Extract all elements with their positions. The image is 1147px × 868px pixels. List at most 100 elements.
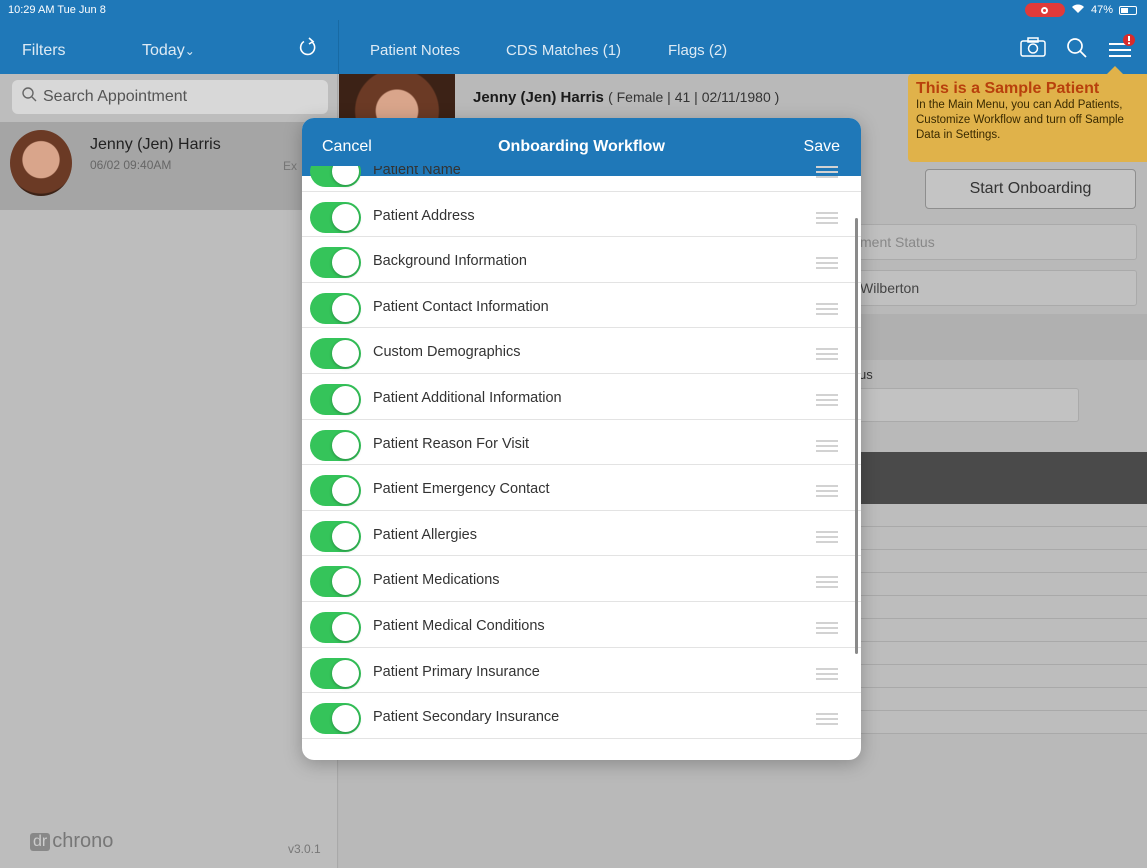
today-label: Today	[142, 42, 185, 59]
workflow-label: Custom Demographics	[373, 344, 521, 361]
workflow-label: Patient Secondary Insurance	[373, 709, 560, 726]
drag-handle-icon[interactable]	[816, 530, 838, 543]
patient-details: ( Female | 41 | 02/11/1980 )	[608, 89, 780, 105]
workflow-row: Patient Contact Information	[302, 283, 861, 329]
wifi-icon	[1071, 4, 1085, 17]
workflow-toggle[interactable]	[310, 292, 361, 324]
menu-icon[interactable]	[1107, 34, 1137, 64]
workflow-toggle[interactable]	[310, 566, 361, 598]
onboarding-workflow-modal: Cancel Onboarding Workflow Save Patient …	[302, 118, 861, 760]
app-version: v3.0.1	[288, 842, 321, 856]
search-input[interactable]: Search Appointment	[12, 80, 328, 114]
today-dropdown[interactable]: Today⌄	[142, 42, 195, 60]
tab-cds-matches[interactable]: CDS Matches (1)	[506, 42, 621, 59]
toggle-knob	[332, 659, 359, 687]
drag-handle-icon[interactable]	[816, 576, 838, 589]
workflow-toggle[interactable]	[310, 520, 361, 552]
toggle-knob	[332, 705, 359, 733]
drag-handle-icon[interactable]	[816, 211, 838, 224]
workflow-toggle[interactable]	[310, 384, 361, 415]
toggle-knob	[332, 166, 359, 185]
toggle-knob	[332, 522, 359, 550]
notes-lines	[849, 504, 1147, 734]
workflow-label: Patient Medications	[373, 572, 500, 589]
appointment-sidebar: Search Appointment Jenny (Jen) Harris 06…	[0, 74, 338, 868]
drag-handle-icon[interactable]	[816, 302, 838, 315]
sample-patient-callout: This is a Sample Patient In the Main Men…	[908, 66, 1147, 162]
start-onboarding-button[interactable]: Start Onboarding	[925, 169, 1136, 209]
workflow-toggle[interactable]	[310, 201, 361, 233]
logo-dr: dr	[30, 832, 51, 851]
workflow-row: Custom Demographics	[302, 328, 861, 374]
drag-handle-icon[interactable]	[816, 257, 838, 270]
toggle-knob	[332, 614, 359, 641]
workflow-label: Patient Primary Insurance	[373, 663, 540, 680]
workflow-toggle[interactable]	[310, 247, 361, 279]
workflow-row: Patient Additional Information	[302, 374, 861, 420]
battery-percent: 47%	[1090, 4, 1113, 16]
workflow-toggle[interactable]	[310, 657, 361, 689]
refresh-icon[interactable]	[298, 36, 318, 63]
workflow-row: Patient Address	[302, 192, 861, 238]
workflow-row: Patient Medications	[302, 556, 861, 602]
status-field[interactable]	[849, 388, 1079, 422]
camera-icon[interactable]	[1020, 37, 1046, 61]
workflow-label: Patient Allergies	[373, 526, 477, 543]
battery-icon	[1119, 5, 1137, 15]
workflow-row: Patient Secondary Insurance	[302, 693, 861, 739]
save-button[interactable]: Save	[804, 138, 840, 156]
modal-title: Onboarding Workflow	[498, 138, 665, 155]
provider-field[interactable]: Wilberton	[849, 270, 1137, 306]
scrollbar[interactable]	[855, 218, 858, 654]
workflow-row: Patient Medical Conditions	[302, 602, 861, 648]
avatar	[10, 130, 72, 196]
drag-handle-icon[interactable]	[816, 439, 838, 452]
appointment-list-item[interactable]: Jenny (Jen) Harris 06/02 09:40AM Ex	[0, 122, 338, 210]
tab-patient-notes[interactable]: Patient Notes	[370, 42, 460, 59]
status-label: us	[859, 367, 873, 382]
drag-handle-icon[interactable]	[816, 394, 838, 406]
workflow-toggle[interactable]	[310, 475, 361, 507]
chevron-down-icon: ⌄	[184, 44, 195, 58]
workflow-toggle[interactable]	[310, 166, 361, 187]
workflow-toggle[interactable]	[310, 703, 361, 735]
toggle-knob	[332, 294, 359, 322]
toggle-knob	[332, 203, 359, 231]
workflow-toggle[interactable]	[310, 429, 361, 461]
drag-handle-icon[interactable]	[816, 485, 838, 498]
main-nav: Patient Notes CDS Matches (1) Flags (2)	[338, 20, 1147, 74]
workflow-row: Patient Emergency Contact	[302, 465, 861, 511]
drag-handle-icon[interactable]	[816, 667, 838, 680]
drag-handle-icon[interactable]	[816, 622, 838, 634]
section-divider	[849, 314, 1147, 360]
search-icon	[22, 87, 37, 107]
workflow-label: Patient Contact Information	[373, 298, 549, 315]
search-placeholder: Search Appointment	[43, 88, 188, 105]
workflow-label: Background Information	[373, 253, 527, 270]
filters-button[interactable]: Filters	[22, 42, 66, 60]
patient-header: Jenny (Jen) Harris ( Female | 41 | 02/11…	[473, 89, 779, 106]
workflow-toggle[interactable]	[310, 612, 361, 643]
dark-header-bar	[849, 452, 1147, 504]
drag-handle-icon[interactable]	[816, 166, 838, 178]
workflow-row: Patient Allergies	[302, 511, 861, 557]
workflow-label: Patient Reason For Visit	[373, 435, 530, 452]
appointment-status-field[interactable]: ment Status	[849, 224, 1137, 260]
appointment-type: Ex	[283, 159, 298, 173]
sidebar-nav: Filters Today⌄	[0, 20, 338, 74]
workflow-toggle[interactable]	[310, 338, 361, 370]
tab-flags[interactable]: Flags (2)	[668, 42, 727, 59]
status-bar: 10:29 AM Tue Jun 8 47%	[0, 0, 1147, 20]
search-icon[interactable]	[1066, 37, 1088, 63]
drag-handle-icon[interactable]	[816, 713, 838, 726]
toggle-knob	[332, 477, 359, 505]
toggle-knob	[332, 340, 359, 368]
workflow-row: Patient Name	[302, 166, 861, 192]
toggle-knob	[332, 249, 359, 277]
callout-pointer	[1107, 66, 1123, 74]
workflow-label: Patient Name	[373, 166, 461, 178]
appointment-patient-name: Jenny (Jen) Harris	[90, 136, 221, 153]
drag-handle-icon[interactable]	[816, 348, 838, 361]
status-time: 10:29 AM Tue Jun 8	[8, 4, 106, 16]
workflow-label: Patient Emergency Contact	[373, 481, 550, 498]
